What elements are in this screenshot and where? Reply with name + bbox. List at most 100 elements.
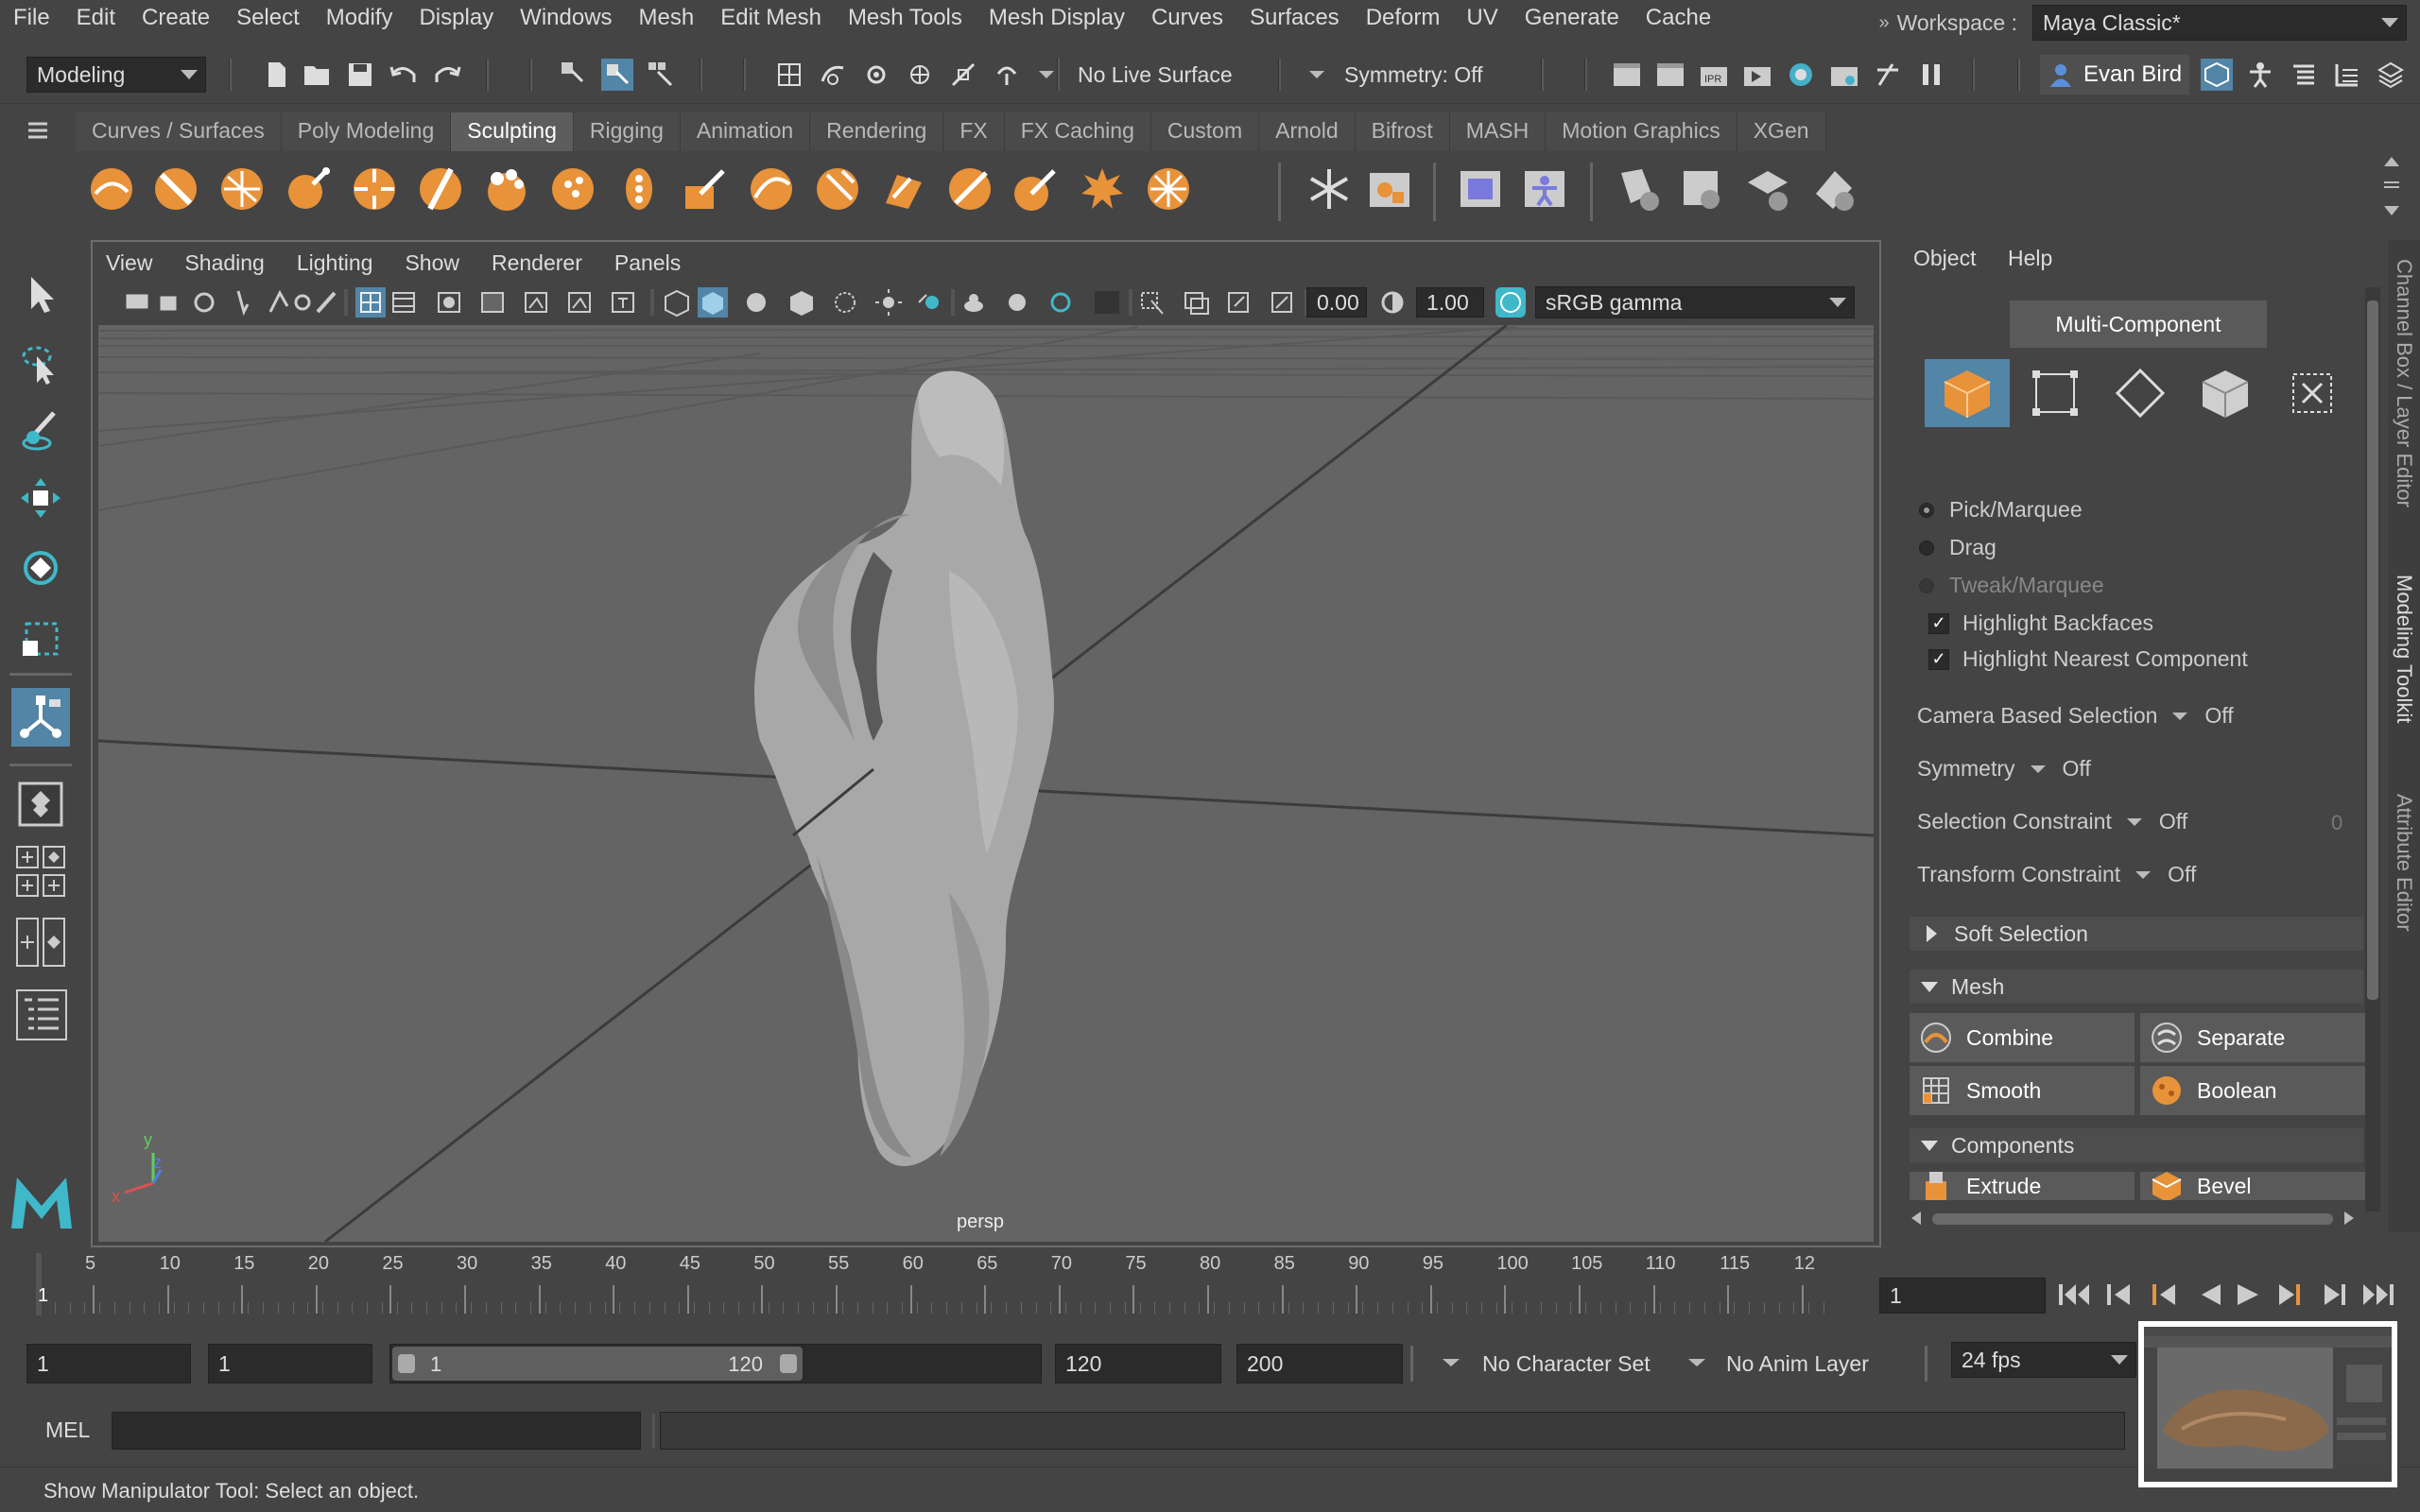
paint-select-tool-icon[interactable] xyxy=(11,401,70,459)
attribute-editor-toggle-icon[interactable] xyxy=(2288,59,2320,91)
soft-selection-section[interactable]: Soft Selection xyxy=(1910,917,2363,951)
open-scene-icon[interactable] xyxy=(301,59,333,91)
stamp-visibility-icon[interactable] xyxy=(1609,161,1666,217)
tab-rigging[interactable]: Rigging xyxy=(573,112,681,151)
tab-sculpting[interactable]: Sculpting xyxy=(451,112,574,151)
flatten-tool-icon[interactable] xyxy=(412,161,469,217)
scale-tool-icon[interactable] xyxy=(11,609,70,667)
tab-channel-box-layer-editor[interactable]: Channel Box / Layer Editor xyxy=(2392,259,2416,507)
chevron-down-icon[interactable] xyxy=(1301,59,1333,91)
tab-curves-surfaces[interactable]: Curves / Surfaces xyxy=(76,112,282,151)
character-set-field[interactable]: No Character Set xyxy=(1473,1344,1666,1383)
play-forwards-icon[interactable] xyxy=(2227,1274,2269,1315)
components-section[interactable]: Components xyxy=(1910,1128,2363,1162)
smooth-tool-icon[interactable] xyxy=(147,161,204,217)
sculpt-layers-icon[interactable] xyxy=(1452,161,1509,217)
menu-file[interactable]: File xyxy=(0,0,63,36)
snap-to-view-plane-icon[interactable] xyxy=(947,59,979,91)
pinch-tool-icon[interactable] xyxy=(346,161,403,217)
tab-fx-caching[interactable]: FX Caching xyxy=(1004,112,1151,151)
range-slider-track[interactable]: 1 120 xyxy=(389,1344,1042,1383)
render-sequence-icon[interactable] xyxy=(1828,59,1860,91)
smooth-button[interactable]: Smooth xyxy=(1910,1066,2135,1115)
menu-windows[interactable]: Windows xyxy=(507,0,625,36)
render-current-frame-icon[interactable] xyxy=(1654,59,1686,91)
range-end-grip[interactable] xyxy=(780,1354,797,1373)
tab-bifrost[interactable]: Bifrost xyxy=(1355,112,1450,151)
toolkit-scrollbar[interactable] xyxy=(2365,287,2380,1211)
menu-edit[interactable]: Edit xyxy=(63,0,129,36)
undo-icon[interactable] xyxy=(388,59,420,91)
panel-menu-view[interactable]: View xyxy=(106,250,152,276)
playback-start-field[interactable]: 1 xyxy=(208,1344,372,1383)
tab-poly-modeling[interactable]: Poly Modeling xyxy=(281,112,452,151)
user-account-button[interactable]: Evan Bird xyxy=(2040,55,2190,94)
bulge-tool-icon[interactable] xyxy=(1074,161,1131,217)
go-to-start-icon[interactable] xyxy=(2053,1274,2095,1315)
select-by-component-icon[interactable] xyxy=(645,59,677,91)
two-view-layout-icon[interactable] xyxy=(15,917,68,974)
extrude-button[interactable]: Extrude xyxy=(1910,1172,2135,1200)
outliner-layout-icon[interactable] xyxy=(15,988,68,1046)
menu-surfaces[interactable]: Surfaces xyxy=(1236,0,1353,36)
boolean-button[interactable]: Boolean xyxy=(2140,1066,2365,1115)
select-by-hierarchy-icon[interactable] xyxy=(558,59,590,91)
tab-arnold[interactable]: Arnold xyxy=(1259,112,1356,151)
render-settings-icon[interactable] xyxy=(1611,59,1643,91)
character-controls-icon[interactable] xyxy=(2244,59,2276,91)
combine-button[interactable]: Combine xyxy=(1910,1013,2135,1062)
redo-icon[interactable] xyxy=(431,59,463,91)
snap-to-grid-icon[interactable] xyxy=(773,59,805,91)
menu-display[interactable]: Display xyxy=(406,0,507,36)
tab-rendering[interactable]: Rendering xyxy=(810,112,944,151)
shelf-scroll-down-icon[interactable] xyxy=(2382,204,2401,222)
menu-uv[interactable]: UV xyxy=(1453,0,1511,36)
menu-modify[interactable]: Modify xyxy=(313,0,406,36)
step-forward-key-icon[interactable] xyxy=(2314,1274,2356,1315)
toolkit-menu-object[interactable]: Object xyxy=(1913,246,1976,271)
toolkit-scroll-thumb[interactable] xyxy=(2367,301,2378,1000)
tab-animation[interactable]: Animation xyxy=(680,112,811,151)
menu-mesh-tools[interactable]: Mesh Tools xyxy=(835,0,976,36)
move-tool-icon[interactable] xyxy=(11,469,70,527)
toolkit-h-scroll-thumb[interactable] xyxy=(1932,1213,2333,1225)
uv-mode-icon[interactable] xyxy=(2273,359,2352,427)
menu-deform[interactable]: Deform xyxy=(1353,0,1454,36)
scrape-tool-icon[interactable] xyxy=(809,161,866,217)
menu-edit-mesh[interactable]: Edit Mesh xyxy=(707,0,835,36)
chevron-down-icon[interactable] xyxy=(2126,816,2142,828)
menu-mesh-display[interactable]: Mesh Display xyxy=(976,0,1138,36)
wax-tool-icon[interactable] xyxy=(743,161,800,217)
lasso-tool-icon[interactable] xyxy=(11,335,70,393)
shelf-menu-icon[interactable] xyxy=(26,121,49,145)
camera-based-selection-value[interactable]: Off xyxy=(2204,703,2233,729)
channel-box-toggle-icon[interactable] xyxy=(2375,59,2407,91)
panel-menu-show[interactable]: Show xyxy=(405,250,459,276)
knife-tool-icon[interactable] xyxy=(942,161,998,217)
menu-generate[interactable]: Generate xyxy=(1512,0,1633,36)
animation-end-field[interactable]: 200 xyxy=(1236,1344,1403,1383)
single-perspective-layout-icon[interactable] xyxy=(11,775,70,833)
modeling-toolkit-toggle-icon[interactable] xyxy=(2201,59,2233,91)
face-mode-icon[interactable] xyxy=(2186,359,2265,427)
tab-attribute-editor[interactable]: Attribute Editor xyxy=(2392,794,2416,932)
step-back-key-icon[interactable] xyxy=(2099,1274,2140,1315)
color-management-toggle-icon[interactable] xyxy=(1495,287,1526,318)
chevron-down-icon[interactable] xyxy=(2135,869,2152,881)
pose-space-icon[interactable] xyxy=(1516,161,1573,217)
tab-modeling-toolkit[interactable]: Modeling Toolkit xyxy=(2392,575,2416,723)
new-scene-icon[interactable] xyxy=(261,59,293,91)
preview-thumbnail[interactable] xyxy=(2138,1321,2397,1487)
time-slider[interactable]: 1 5 10 15 20 25 30 35 40 45 50 55 60 65 70 75 80 85 90 95 1… xyxy=(26,1253,1860,1319)
toolkit-menu-help[interactable]: Help xyxy=(2008,246,2052,271)
stamp-editor-icon[interactable] xyxy=(1673,161,1730,217)
current-frame-field[interactable]: 1 xyxy=(1879,1278,2046,1314)
script-language-toggle[interactable]: MEL xyxy=(45,1418,90,1443)
foamy-tool-icon[interactable] xyxy=(478,161,535,217)
edge-mode-icon[interactable] xyxy=(2100,359,2180,427)
command-input[interactable] xyxy=(112,1412,641,1450)
select-tool-icon[interactable] xyxy=(11,265,70,323)
menu-curves[interactable]: Curves xyxy=(1138,0,1236,36)
chevron-down-icon[interactable] xyxy=(2030,764,2046,775)
panel-menu-renderer[interactable]: Renderer xyxy=(492,250,582,276)
